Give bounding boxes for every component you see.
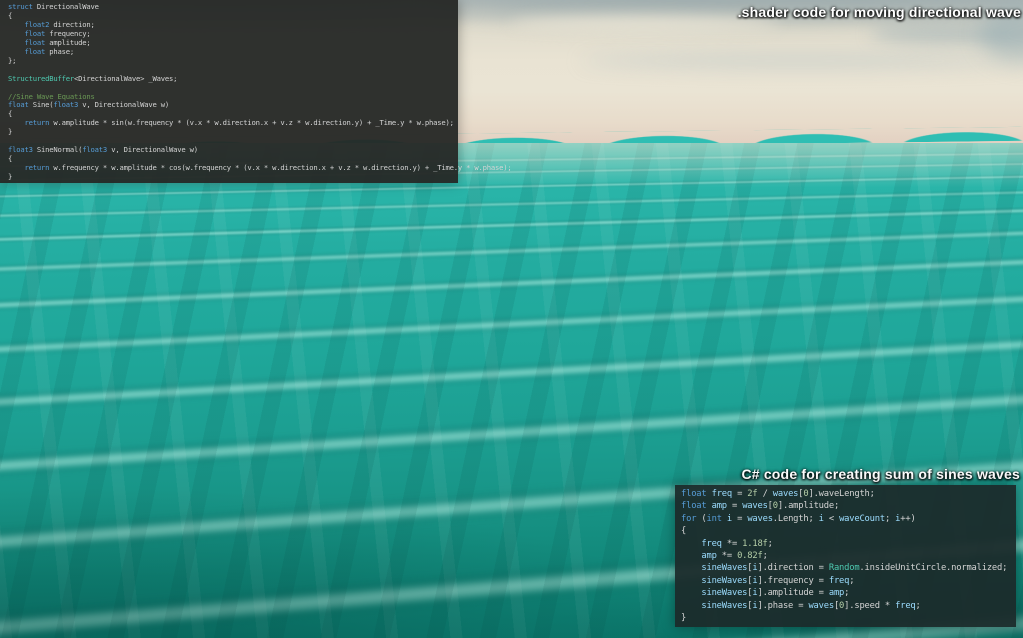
code-line: }: [8, 173, 456, 182]
code-line: {: [681, 525, 1012, 537]
code-line: sineWaves[i].amplitude = amp;: [681, 587, 1012, 599]
code-line: struct DirectionalWave: [8, 3, 456, 12]
code-line: return w.frequency * w.amplitude * cos(w…: [8, 164, 456, 173]
shader-code: struct DirectionalWave{ float2 direction…: [0, 0, 458, 182]
code-line: float amp = waves[0].amplitude;: [681, 500, 1012, 512]
code-line: float Sine(float3 v, DirectionalWave w): [8, 101, 456, 110]
shader-code-panel: struct DirectionalWave{ float2 direction…: [0, 0, 458, 183]
code-line: sineWaves[i].direction = Random.insideUn…: [681, 562, 1012, 574]
code-line: freq *= 1.18f;: [681, 538, 1012, 550]
code-line: sineWaves[i].frequency = freq;: [681, 575, 1012, 587]
code-line: }: [681, 612, 1012, 624]
code-line: sineWaves[i].phase = waves[0].speed * fr…: [681, 600, 1012, 612]
code-line: StructuredBuffer<DirectionalWave> _Waves…: [8, 75, 456, 84]
csharp-code-panel: float freq = 2f / waves[0].waveLength;fl…: [675, 485, 1016, 627]
code-line: };: [8, 57, 456, 66]
csharp-panel-title: C# code for creating sum of sines waves: [741, 466, 1020, 482]
code-line: }: [8, 128, 456, 137]
code-line: amp *= 0.82f;: [681, 550, 1012, 562]
code-line: float amplitude;: [8, 39, 456, 48]
code-line: float phase;: [8, 48, 456, 57]
cloud: [580, 54, 1020, 68]
code-line: for (int i = waves.Length; i < waveCount…: [681, 513, 1012, 525]
code-line: float3 SineNormal(float3 v, DirectionalW…: [8, 146, 456, 155]
scene: struct DirectionalWave{ float2 direction…: [0, 0, 1023, 638]
code-line: float freq = 2f / waves[0].waveLength;: [681, 488, 1012, 500]
csharp-code: float freq = 2f / waves[0].waveLength;fl…: [675, 485, 1016, 624]
code-line: return w.amplitude * sin(w.frequency * (…: [8, 119, 456, 128]
shader-panel-title: .shader code for moving directional wave: [738, 4, 1021, 20]
